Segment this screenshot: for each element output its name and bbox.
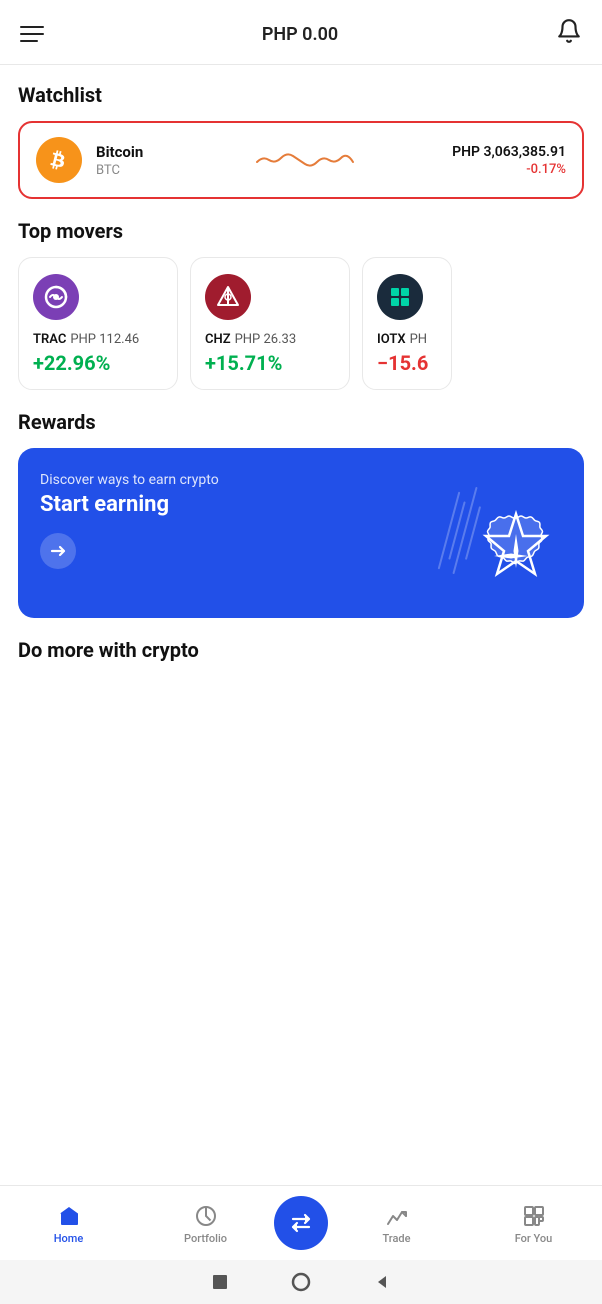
- portfolio-label: Portfolio: [184, 1232, 227, 1245]
- bottom-nav: Home Portfolio Trade For: [0, 1185, 602, 1260]
- portfolio-icon: [194, 1204, 218, 1228]
- swap-button[interactable]: [274, 1196, 328, 1250]
- mover-card-chz[interactable]: CHZ PHP 26.33 +15.71%: [190, 257, 350, 390]
- foryou-label: For You: [515, 1232, 553, 1245]
- header-divider: [0, 64, 602, 65]
- notifications-button[interactable]: [556, 18, 582, 50]
- top-movers-section: Top movers TRAC PHP 112.46 +22.: [0, 219, 602, 410]
- iotx-price: PH: [410, 332, 427, 347]
- back-icon: [372, 1272, 392, 1292]
- swap-icon: [287, 1209, 315, 1237]
- bitcoin-info: Bitcoin BTC: [96, 143, 143, 178]
- bitcoin-price: PHP 3,063,385.91 -0.17%: [452, 144, 566, 177]
- watchlist-section: Watchlist Bitcoin BTC PHP 3,063,385.91 -…: [0, 83, 602, 219]
- iotx-ticker-row: IOTX PH: [377, 332, 437, 347]
- iotx-change: −15.6: [377, 351, 437, 375]
- header: PHP 0.00: [0, 0, 602, 64]
- home-icon: [57, 1204, 81, 1228]
- trac-ticker-row: TRAC PHP 112.46: [33, 332, 163, 347]
- bitcoin-change: -0.17%: [452, 162, 566, 177]
- trac-ticker: TRAC: [33, 332, 66, 347]
- chz-price: PHP 26.33: [235, 332, 297, 347]
- chz-ticker-row: CHZ PHP 26.33: [205, 332, 335, 347]
- bitcoin-name: Bitcoin: [96, 143, 143, 161]
- trac-icon: [33, 274, 79, 320]
- movers-row: TRAC PHP 112.46 +22.96% CHZ: [18, 257, 584, 390]
- do-more-title: Do more with crypto: [0, 638, 602, 676]
- menu-button[interactable]: [20, 26, 44, 42]
- nav-foryou[interactable]: For You: [465, 1204, 602, 1245]
- iotx-ticker: IOTX: [377, 332, 406, 347]
- rewards-section: Rewards Discover ways to earn crypto Sta…: [0, 410, 602, 638]
- bitcoin-symbol: BTC: [96, 163, 143, 178]
- trac-price: PHP 112.46: [70, 332, 139, 347]
- rewards-arrow-button[interactable]: [40, 533, 76, 569]
- trade-label: Trade: [382, 1232, 410, 1245]
- rewards-subtitle: Discover ways to earn crypto: [40, 472, 562, 488]
- top-movers-title: Top movers: [18, 219, 584, 243]
- do-more-section: Do more with crypto: [0, 638, 602, 676]
- bitcoin-price-value: PHP 3,063,385.91: [452, 144, 566, 160]
- system-square-button[interactable]: [210, 1272, 230, 1292]
- mover-card-iotx[interactable]: IOTX PH −15.6: [362, 257, 452, 390]
- bitcoin-icon: [36, 137, 82, 183]
- nav-trade[interactable]: Trade: [328, 1204, 465, 1245]
- system-home-button[interactable]: [290, 1271, 312, 1293]
- rewards-card[interactable]: Discover ways to earn crypto Start earni…: [18, 448, 584, 618]
- system-bar: [0, 1260, 602, 1304]
- rewards-badge: [466, 506, 566, 606]
- nav-home[interactable]: Home: [0, 1204, 137, 1245]
- chz-ticker: CHZ: [205, 332, 231, 347]
- trade-icon: [385, 1204, 409, 1228]
- watchlist-title: Watchlist: [18, 83, 584, 107]
- nav-swap[interactable]: [274, 1196, 328, 1252]
- square-icon: [210, 1272, 230, 1292]
- watchlist-card-bitcoin[interactable]: Bitcoin BTC PHP 3,063,385.91 -0.17%: [18, 121, 584, 199]
- chz-icon: [205, 274, 251, 320]
- home-label: Home: [54, 1232, 84, 1245]
- balance-display: PHP 0.00: [262, 24, 338, 45]
- trac-change: +22.96%: [33, 351, 163, 375]
- chz-change: +15.71%: [205, 351, 335, 375]
- bitcoin-chart: [157, 142, 452, 178]
- mover-card-trac[interactable]: TRAC PHP 112.46 +22.96%: [18, 257, 178, 390]
- rewards-title: Rewards: [18, 410, 584, 434]
- circle-icon: [290, 1271, 312, 1293]
- nav-portfolio[interactable]: Portfolio: [137, 1204, 274, 1245]
- foryou-icon: [522, 1204, 546, 1228]
- main-content: Watchlist Bitcoin BTC PHP 3,063,385.91 -…: [0, 83, 602, 806]
- iotx-icon: [377, 274, 423, 320]
- system-back-button[interactable]: [372, 1272, 392, 1292]
